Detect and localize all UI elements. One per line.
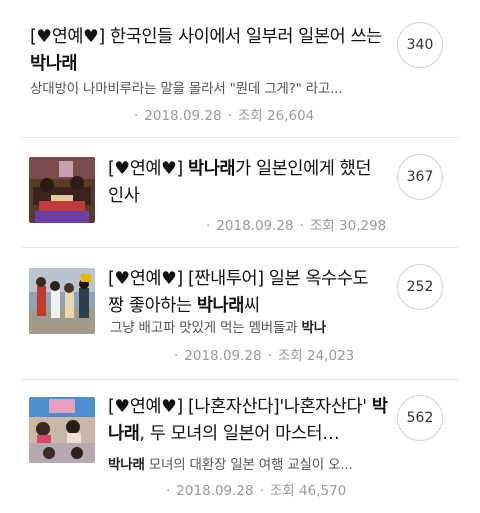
- article-meta: · 2018.09.28 · 조회 46,570: [160, 479, 346, 499]
- comment-count-badge[interactable]: 340: [397, 22, 443, 68]
- separator-dot: ·: [267, 348, 272, 364]
- article-snippet: 상대방이 나마비루라는 말을 몰라서 "뭔데 그게?" 라고...: [30, 81, 343, 97]
- thumbnail-image: [29, 268, 95, 334]
- separator-dot: ·: [299, 218, 304, 234]
- article-list: [♥연예♥] 한국인들 사이에서 일부러 일본어 쓰는 박나래 상대방이 나마비…: [0, 0, 480, 513]
- comment-count-badge[interactable]: 252: [397, 264, 443, 310]
- article-title[interactable]: [♥연예♥] 한국인들 사이에서 일부러 일본어 쓰는 박나래: [30, 24, 382, 78]
- article-title[interactable]: [♥연예♥] [짠내투어] 일본 옥수수도 짱 좋아하는 박나래씨: [108, 266, 388, 320]
- article-views: 조회 46,570: [269, 483, 347, 499]
- article-date: 2018.09.28: [216, 218, 294, 234]
- thumbnail-image: [29, 157, 95, 223]
- article-date: 2018.09.28: [176, 483, 254, 499]
- article-title-highlight: 박나래: [196, 296, 245, 316]
- separator-dot: ·: [166, 483, 171, 499]
- comment-count-badge[interactable]: 562: [397, 395, 443, 441]
- article-title-text: [♥연예♥] 한국인들 사이에서 일부러 일본어 쓰는: [30, 27, 382, 47]
- article-title-text: 씨: [243, 296, 260, 316]
- article-thumbnail[interactable]: [29, 268, 95, 334]
- article-snippet: 박나래 모녀의 대환장 일본 여행 교실이 오...: [108, 456, 390, 474]
- article-meta: · 2018.09.28 · 조회 30,298: [200, 214, 386, 234]
- article-item[interactable]: [♥연예♥] 박나래가 일본인에게 했던 인사 · 2018.09.28 · 조회 3…: [0, 138, 480, 247]
- article-snippet-text: 모녀의 대환장 일본 여행 교실이 오...: [144, 457, 353, 473]
- article-thumbnail[interactable]: [29, 157, 95, 223]
- article-item[interactable]: [♥연예♥] [짠내투어] 일본 옥수수도 짱 좋아하는 박나래씨 그냥 배고파…: [0, 248, 480, 379]
- article-views: 조회 26,604: [237, 108, 315, 124]
- article-title[interactable]: [♥연예♥] [나혼자산다]'나혼자산다' 박나래, 두 모녀의 일본어 마스터…: [108, 394, 388, 448]
- separator-dot: ·: [134, 108, 139, 124]
- article-title[interactable]: [♥연예♥] 박나래가 일본인에게 했던 인사: [108, 156, 388, 210]
- article-thumbnail[interactable]: [29, 397, 95, 463]
- article-meta: · 2018.09.28 · 조회 24,023: [168, 344, 354, 364]
- separator-dot: ·: [227, 108, 232, 124]
- article-title-highlight: 박나래: [30, 54, 78, 74]
- article-date: 2018.09.28: [184, 348, 262, 364]
- thumbnail-image: [29, 397, 95, 463]
- article-views: 조회 30,298: [309, 218, 387, 234]
- article-snippet: 그냥 배고파 맛있게 먹는 멤버들과 박나: [110, 319, 390, 337]
- article-views: 조회 24,023: [277, 348, 355, 364]
- comment-count-badge[interactable]: 367: [397, 154, 443, 200]
- article-title-text: [♥연예♥]: [108, 159, 188, 179]
- article-snippet-highlight: 박나래: [108, 457, 145, 473]
- article-meta: · 2018.09.28 · 조회 26,604: [128, 104, 314, 124]
- article-item[interactable]: [♥연예♥] [나혼자산다]'나혼자산다' 박나래 , 두 모녀의 일본어 마스터…: [0, 380, 480, 513]
- article-date: 2018.09.28: [144, 108, 222, 124]
- article-snippet-text: 그냥 배고파 맛있게 먹는 멤버들과: [110, 320, 302, 336]
- article-title-highlight: 박나래: [188, 159, 236, 179]
- article-item[interactable]: [♥연예♥] 한국인들 사이에서 일부러 일본어 쓰는 박나래 상대방이 나마비…: [0, 0, 480, 137]
- article-title-text: , 두 모녀의 일본어 마스터…: [139, 424, 340, 444]
- article-title-text: [♥연예♥] [나혼자산다]'나혼자산다': [108, 397, 372, 417]
- separator-dot: ·: [259, 483, 264, 499]
- separator-dot: ·: [174, 348, 179, 364]
- separator-dot: ·: [206, 218, 211, 234]
- article-snippet-highlight: 박나: [301, 320, 327, 336]
